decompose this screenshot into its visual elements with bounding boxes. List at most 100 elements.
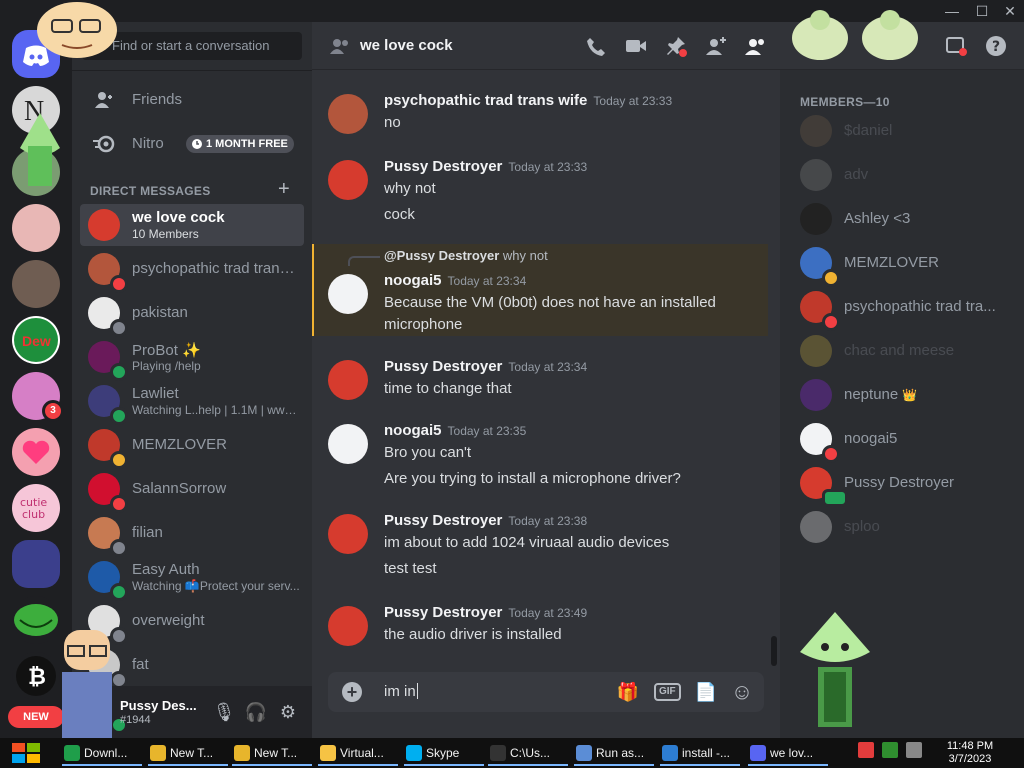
app-icon — [320, 745, 336, 761]
message-author[interactable]: Pussy Destroyer Today at 23:49 — [384, 604, 587, 621]
member-name: adv — [844, 166, 1010, 183]
create-dm-button[interactable]: + — [278, 178, 290, 201]
video-call-icon[interactable] — [624, 34, 648, 58]
dm-item[interactable]: we love cock 10 Members — [80, 204, 304, 246]
status-offline-icon — [110, 319, 128, 337]
avatar[interactable] — [328, 606, 368, 646]
gift-icon[interactable]: 🎁 — [616, 680, 640, 704]
nav-nitro[interactable]: Nitro 1 MONTH FREE — [80, 124, 304, 164]
pinned-messages-icon[interactable] — [664, 34, 688, 58]
server-folder[interactable] — [12, 540, 60, 588]
nitro-offer-pill[interactable]: 1 MONTH FREE — [186, 135, 294, 153]
gif-button[interactable]: GIF — [654, 683, 681, 701]
user-name[interactable]: Pussy Des... — [120, 698, 197, 713]
member-name-text: chac and meese — [844, 342, 955, 359]
dm-item[interactable]: pakistan — [80, 292, 304, 337]
headset-icon[interactable]: 🎧 — [244, 700, 268, 724]
server-icon-cutie-club[interactable]: cutie club — [12, 484, 60, 532]
app-icon — [750, 745, 766, 761]
message-text: time to change that — [384, 380, 512, 397]
member-item[interactable]: noogai5 — [788, 418, 1016, 463]
settings-icon[interactable]: ⚙ — [276, 700, 300, 724]
help-icon[interactable]: ? — [984, 34, 1008, 58]
member-name: Pussy Destroyer — [844, 474, 1010, 491]
author-name: Pussy Destroyer — [384, 512, 503, 529]
server-icon-heart[interactable] — [12, 428, 60, 476]
taskbar-item[interactable]: Virtual... — [318, 740, 398, 766]
taskbar-item[interactable]: we lov... — [748, 740, 828, 766]
member-item[interactable]: psychopathic trad tra... — [788, 286, 1016, 331]
taskbar-item[interactable]: New T... — [232, 740, 312, 766]
network-tray-icon[interactable] — [882, 742, 898, 758]
dm-item[interactable]: ProBot ✨ Playing /help — [80, 336, 304, 381]
taskbar-clock[interactable]: 11:48 PM 3/7/2023 — [940, 740, 1000, 766]
message-text: no — [384, 114, 401, 131]
dm-name: overweight — [132, 612, 205, 629]
taskbar-item[interactable]: Run as... — [574, 740, 654, 766]
emoji-icon[interactable]: ☺ — [730, 680, 754, 704]
volume-tray-icon[interactable] — [906, 742, 922, 758]
dm-item[interactable]: SalannSorrow — [80, 468, 304, 513]
status-offline-icon — [110, 539, 128, 557]
add-friends-icon[interactable] — [704, 34, 728, 58]
heart-icon — [22, 440, 50, 464]
avatar[interactable] — [328, 360, 368, 400]
dm-item[interactable]: psychopathic trad trans wife — [80, 248, 304, 293]
dm-item[interactable]: filian — [80, 512, 304, 557]
avatar[interactable] — [328, 424, 368, 464]
svg-text:Dew: Dew — [22, 333, 51, 349]
scrollbar[interactable] — [771, 636, 777, 666]
close-button[interactable]: ✕ — [996, 2, 1024, 20]
taskbar-item[interactable]: Downl... — [62, 740, 142, 766]
message-text: im about to add 1024 viruaal audio devic… — [384, 534, 670, 551]
member-item[interactable]: Ashley <3 — [788, 198, 1016, 240]
windows-start-icon[interactable] — [10, 742, 42, 764]
message-composer[interactable]: + im in 🎁 GIF 📄 ☺ — [328, 672, 764, 712]
author-name: noogai5 — [384, 272, 442, 289]
avatar[interactable] — [328, 94, 368, 134]
avatar[interactable] — [328, 160, 368, 200]
message-author[interactable]: Pussy Destroyer Today at 23:34 — [384, 358, 587, 375]
server-icon-4[interactable] — [12, 260, 60, 308]
nav-friends[interactable]: Friends — [80, 80, 304, 120]
message-author[interactable]: noogai5 Today at 23:35 — [384, 422, 526, 439]
message-author[interactable]: Pussy Destroyer Today at 23:38 — [384, 512, 587, 529]
dm-item[interactable]: Lawliet Watching L..help | 1.1M | www.l..… — [80, 380, 304, 425]
attach-button[interactable]: + — [342, 682, 362, 702]
member-item[interactable]: $daniel — [788, 110, 1016, 152]
sticker-icon[interactable]: 📄 — [694, 680, 718, 704]
dm-subtitle: Watching 📫Protect your serv... — [132, 579, 300, 593]
flag-tray-icon[interactable] — [858, 742, 874, 758]
dm-item[interactable]: MEMZLOVER — [80, 424, 304, 469]
avatar[interactable] — [328, 514, 368, 554]
minimize-button[interactable]: — — [938, 2, 966, 20]
server-icon-3[interactable] — [12, 204, 60, 252]
member-name-text: sploo — [844, 518, 880, 535]
reply-preview[interactable]: @Pussy Destroyer why not — [384, 248, 548, 263]
message-input[interactable]: im in — [384, 683, 418, 700]
avatar[interactable] — [328, 274, 368, 314]
message-author[interactable]: Pussy Destroyer Today at 23:33 — [384, 158, 587, 175]
member-item[interactable]: Pussy Destroyer — [788, 462, 1016, 507]
maximize-button[interactable]: ☐ — [968, 2, 996, 20]
taskbar-item[interactable]: C:\Us... — [488, 740, 568, 766]
dm-name: MEMZLOVER — [132, 436, 228, 453]
member-item[interactable]: MEMZLOVER — [788, 242, 1016, 287]
message-author[interactable]: noogai5 Today at 23:34 — [384, 272, 526, 289]
member-item[interactable]: chac and meese — [788, 330, 1016, 372]
member-item[interactable]: sploo — [788, 506, 1016, 548]
mic-icon[interactable]: 🎙 — [212, 700, 236, 724]
taskbar-item[interactable]: install -... — [660, 740, 740, 766]
member-item[interactable]: neptune 👑 — [788, 374, 1016, 416]
member-item[interactable]: adv — [788, 154, 1016, 196]
message-author[interactable]: psychopathic trad trans wife Today at 23:… — [384, 92, 672, 109]
voice-call-icon[interactable] — [584, 34, 608, 58]
taskbar-item[interactable]: New T... — [148, 740, 228, 766]
member-name: psychopathic trad tra... — [844, 298, 1010, 315]
server-icon-mountain-dew[interactable]: Dew — [12, 316, 60, 364]
inbox-icon[interactable] — [944, 34, 968, 58]
taskbar-label: Virtual... — [340, 746, 384, 760]
member-list-icon[interactable] — [744, 34, 768, 58]
dm-item[interactable]: Easy Auth Watching 📫Protect your serv... — [80, 556, 304, 601]
taskbar-item[interactable]: Skype — [404, 740, 484, 766]
